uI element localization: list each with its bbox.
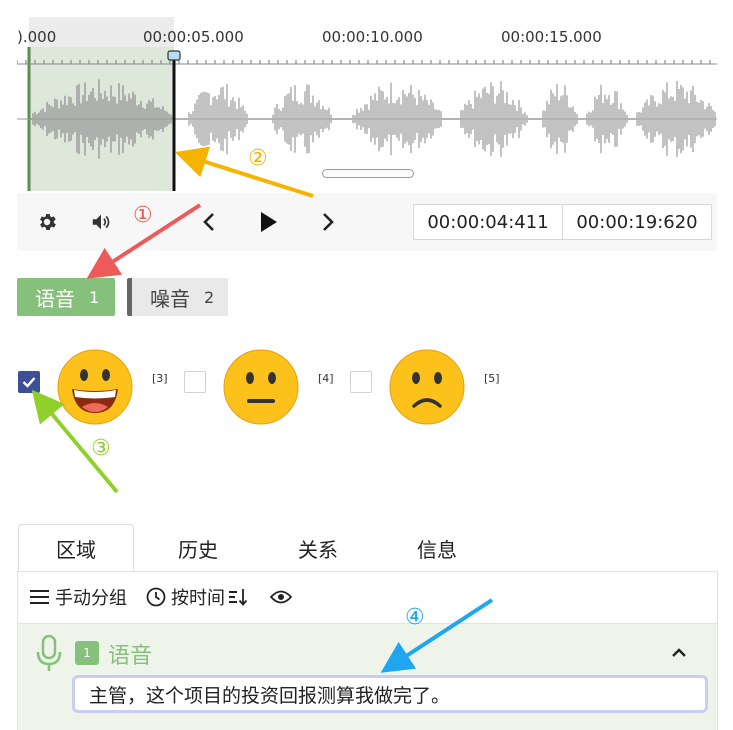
annotation-overlay xyxy=(31,146,494,673)
annotation-number-4: ④ xyxy=(405,605,425,630)
annotation-number-3: ③ xyxy=(91,436,111,461)
annotation-number-1: ① xyxy=(133,203,153,228)
annotation-number-2: ② xyxy=(248,146,268,171)
